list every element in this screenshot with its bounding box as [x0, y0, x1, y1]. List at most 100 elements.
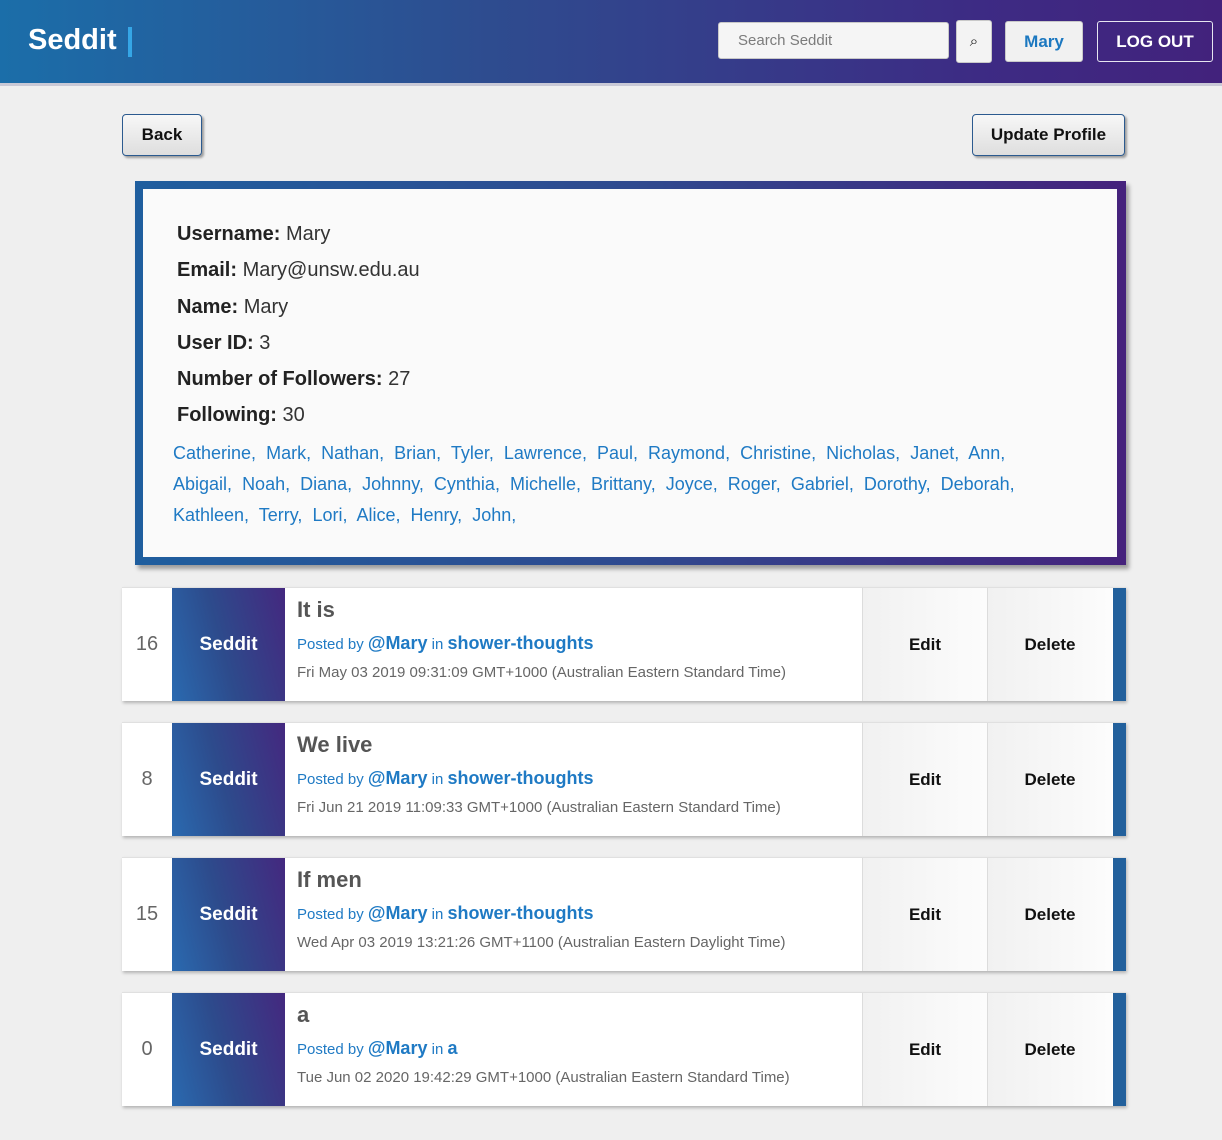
- post-item[interactable]: 8 Seddit We live Posted by @Mary in shower-…: [122, 722, 1126, 836]
- posted-by-label: Posted by: [297, 906, 364, 923]
- post-item[interactable]: 16 Seddit It is Posted by @Mary in shower-t…: [122, 587, 1126, 701]
- userid-label: User ID:: [177, 332, 254, 354]
- post-accent-bar: [1113, 993, 1126, 1106]
- subseddit-link[interactable]: shower-thoughts: [448, 903, 594, 923]
- following-user-link[interactable]: Catherine,: [173, 443, 256, 463]
- following-user-link[interactable]: Dorothy,: [864, 474, 931, 494]
- post-title[interactable]: If men: [297, 867, 362, 893]
- following-user-link[interactable]: Lawrence,: [504, 443, 587, 463]
- following-user-link[interactable]: Terry,: [259, 505, 303, 525]
- in-label: in: [431, 771, 444, 788]
- post-thumbnail[interactable]: Seddit: [172, 723, 285, 836]
- userid-row: User ID: 3: [177, 332, 270, 355]
- followers-value: 27: [388, 368, 411, 390]
- post-score: 0: [141, 1037, 153, 1060]
- edit-post-button[interactable]: Edit: [862, 993, 987, 1106]
- following-user-link[interactable]: Noah,: [242, 474, 290, 494]
- profile-details: Username: Mary Email: Mary@unsw.edu.au N…: [143, 189, 1117, 557]
- profile-button[interactable]: Mary: [1005, 21, 1083, 62]
- following-user-link[interactable]: Abigail,: [173, 474, 232, 494]
- post-title[interactable]: a: [297, 1002, 309, 1028]
- following-user-link[interactable]: Brian,: [394, 443, 441, 463]
- following-user-link[interactable]: Roger,: [728, 474, 781, 494]
- following-user-link[interactable]: Alice,: [356, 505, 400, 525]
- post-item[interactable]: 0 Seddit a Posted by @Mary in a Tue Jun 02 2…: [122, 992, 1126, 1106]
- username-label: Username:: [177, 223, 281, 245]
- edit-post-button[interactable]: Edit: [862, 723, 987, 836]
- post-author-link[interactable]: @Mary: [368, 633, 428, 653]
- name-row: Name: Mary: [177, 296, 288, 319]
- search-input[interactable]: [718, 22, 949, 59]
- post-date: Fri Jun 21 2019 11:09:33 GMT+1000 (Austr…: [297, 799, 781, 816]
- subseddit-link[interactable]: shower-thoughts: [448, 768, 594, 788]
- search-icon: ⌕: [969, 33, 979, 50]
- post-meta: Posted by @Mary in shower-thoughts: [297, 633, 594, 654]
- name-label: Name:: [177, 296, 239, 318]
- following-user-link[interactable]: Christine,: [740, 443, 816, 463]
- followers-label: Number of Followers:: [177, 368, 383, 390]
- post-score: 8: [141, 767, 153, 790]
- post-author-link[interactable]: @Mary: [368, 1038, 428, 1058]
- following-user-link[interactable]: Kathleen,: [173, 505, 249, 525]
- logo[interactable]: Seddit: [28, 24, 117, 57]
- post-thumbnail[interactable]: Seddit: [172, 858, 285, 971]
- post-item[interactable]: 15 Seddit If men Posted by @Mary in shower-…: [122, 857, 1126, 971]
- post-title[interactable]: We live: [297, 732, 372, 758]
- post-meta: Posted by @Mary in shower-thoughts: [297, 768, 594, 789]
- delete-post-button[interactable]: Delete: [987, 858, 1112, 971]
- subseddit-link[interactable]: a: [448, 1038, 458, 1058]
- update-profile-button[interactable]: Update Profile: [972, 114, 1125, 156]
- posted-by-label: Posted by: [297, 636, 364, 653]
- posted-by-label: Posted by: [297, 771, 364, 788]
- posted-by-label: Posted by: [297, 1041, 364, 1058]
- delete-post-button[interactable]: Delete: [987, 993, 1112, 1106]
- top-nav: Seddit ⌕ Mary LOG OUT: [0, 0, 1222, 86]
- following-user-link[interactable]: Brittany,: [591, 474, 656, 494]
- post-author-link[interactable]: @Mary: [368, 903, 428, 923]
- post-title[interactable]: It is: [297, 597, 335, 623]
- following-user-link[interactable]: John,: [472, 505, 516, 525]
- post-score: 15: [135, 902, 159, 925]
- following-user-link[interactable]: Cynthia,: [434, 474, 500, 494]
- following-user-link[interactable]: Joyce,: [666, 474, 718, 494]
- delete-post-button[interactable]: Delete: [987, 723, 1112, 836]
- edit-post-button[interactable]: Edit: [862, 858, 987, 971]
- profile-card: Username: Mary Email: Mary@unsw.edu.au N…: [135, 181, 1126, 565]
- logout-button[interactable]: LOG OUT: [1097, 21, 1213, 62]
- edit-post-button[interactable]: Edit: [862, 588, 987, 701]
- logo-cursor-bar: [128, 27, 132, 57]
- post-thumbnail[interactable]: Seddit: [172, 993, 285, 1106]
- post-thumbnail[interactable]: Seddit: [172, 588, 285, 701]
- following-user-link[interactable]: Lori,: [312, 505, 347, 525]
- following-user-link[interactable]: Nathan,: [321, 443, 384, 463]
- post-meta: Posted by @Mary in a: [297, 1038, 458, 1059]
- following-user-link[interactable]: Janet,: [910, 443, 959, 463]
- following-user-link[interactable]: Nicholas,: [826, 443, 900, 463]
- in-label: in: [431, 1041, 444, 1058]
- post-meta: Posted by @Mary in shower-thoughts: [297, 903, 594, 924]
- search-button[interactable]: ⌕: [956, 20, 992, 63]
- following-user-link[interactable]: Gabriel,: [791, 474, 854, 494]
- post-author-link[interactable]: @Mary: [368, 768, 428, 788]
- following-user-link[interactable]: Mark,: [266, 443, 311, 463]
- subseddit-link[interactable]: shower-thoughts: [448, 633, 594, 653]
- delete-post-button[interactable]: Delete: [987, 588, 1112, 701]
- following-user-link[interactable]: Michelle,: [510, 474, 581, 494]
- following-user-link[interactable]: Raymond,: [648, 443, 730, 463]
- post-accent-bar: [1113, 588, 1126, 701]
- post-date: Fri May 03 2019 09:31:09 GMT+1000 (Austr…: [297, 664, 787, 681]
- following-user-link[interactable]: Paul,: [597, 443, 638, 463]
- following-user-link[interactable]: Johnny,: [362, 474, 424, 494]
- following-user-link[interactable]: Ann,: [968, 443, 1005, 463]
- email-row: Email: Mary@unsw.edu.au: [177, 259, 420, 282]
- username-value: Mary: [285, 223, 331, 245]
- post-accent-bar: [1113, 723, 1126, 836]
- back-button[interactable]: Back: [122, 114, 202, 156]
- following-user-link[interactable]: Deborah,: [941, 474, 1015, 494]
- following-user-link[interactable]: Tyler,: [451, 443, 494, 463]
- post-date: Wed Apr 03 2019 13:21:26 GMT+1100 (Austr…: [297, 934, 786, 951]
- in-label: in: [431, 636, 444, 653]
- following-value: 30: [282, 404, 305, 426]
- following-user-link[interactable]: Henry,: [411, 505, 463, 525]
- following-user-link[interactable]: Diana,: [300, 474, 352, 494]
